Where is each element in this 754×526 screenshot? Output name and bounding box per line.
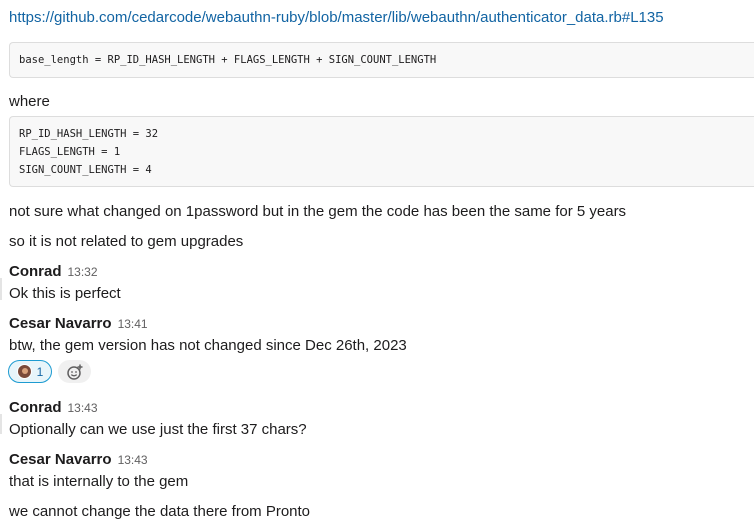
author-name[interactable]: Cesar Navarro	[9, 451, 112, 468]
hover-bar	[0, 414, 2, 434]
reaction-count: 1	[36, 364, 44, 379]
message-text: so it is not related to gem upgrades	[9, 233, 244, 250]
reaction-pill[interactable]: 1	[8, 360, 52, 383]
author-name[interactable]: Cesar Navarro	[9, 315, 112, 332]
code-block-constants: RP_ID_HASH_LENGTH = 32 FLAGS_LENGTH = 1 …	[9, 116, 754, 187]
hover-bar	[0, 278, 2, 300]
message-timestamp[interactable]: 13:32	[68, 265, 98, 279]
message-text-where: where	[9, 93, 50, 110]
code-line: SIGN_COUNT_LENGTH = 4	[19, 164, 152, 176]
add-emoji-icon	[66, 364, 82, 380]
avatar-icon	[16, 364, 32, 379]
code-line: RP_ID_HASH_LENGTH = 32	[19, 128, 159, 140]
message-text: we cannot change the data there from Pro…	[9, 503, 311, 520]
message-text: that is internally to the gem	[9, 473, 189, 490]
message-timestamp[interactable]: 13:43	[68, 401, 98, 415]
message-text: btw, the gem version has not changed sin…	[9, 337, 407, 354]
message-author[interactable]: Conrad 13:43	[9, 399, 98, 416]
author-name[interactable]: Conrad	[9, 263, 62, 280]
github-link[interactable]: https://github.com/cedarcode/webauthn-ru…	[9, 9, 664, 26]
message-text: Ok this is perfect	[9, 285, 121, 302]
message-timestamp[interactable]: 13:41	[118, 317, 148, 331]
message-author[interactable]: Conrad 13:32	[9, 263, 98, 280]
code-line: base_length = RP_ID_HASH_LENGTH + FLAGS_…	[19, 54, 437, 66]
message-author[interactable]: Cesar Navarro 13:43	[9, 451, 148, 468]
add-reaction-button[interactable]	[58, 360, 91, 383]
code-block-base-length: base_length = RP_ID_HASH_LENGTH + FLAGS_…	[9, 42, 754, 78]
message-text: not sure what changed on 1password but i…	[9, 203, 627, 220]
code-line: FLAGS_LENGTH = 1	[19, 146, 121, 158]
message-timestamp[interactable]: 13:43	[118, 453, 148, 467]
author-name[interactable]: Conrad	[9, 399, 62, 416]
message-text: Optionally can we use just the first 37 …	[9, 421, 307, 438]
message-author[interactable]: Cesar Navarro 13:41	[9, 315, 148, 332]
